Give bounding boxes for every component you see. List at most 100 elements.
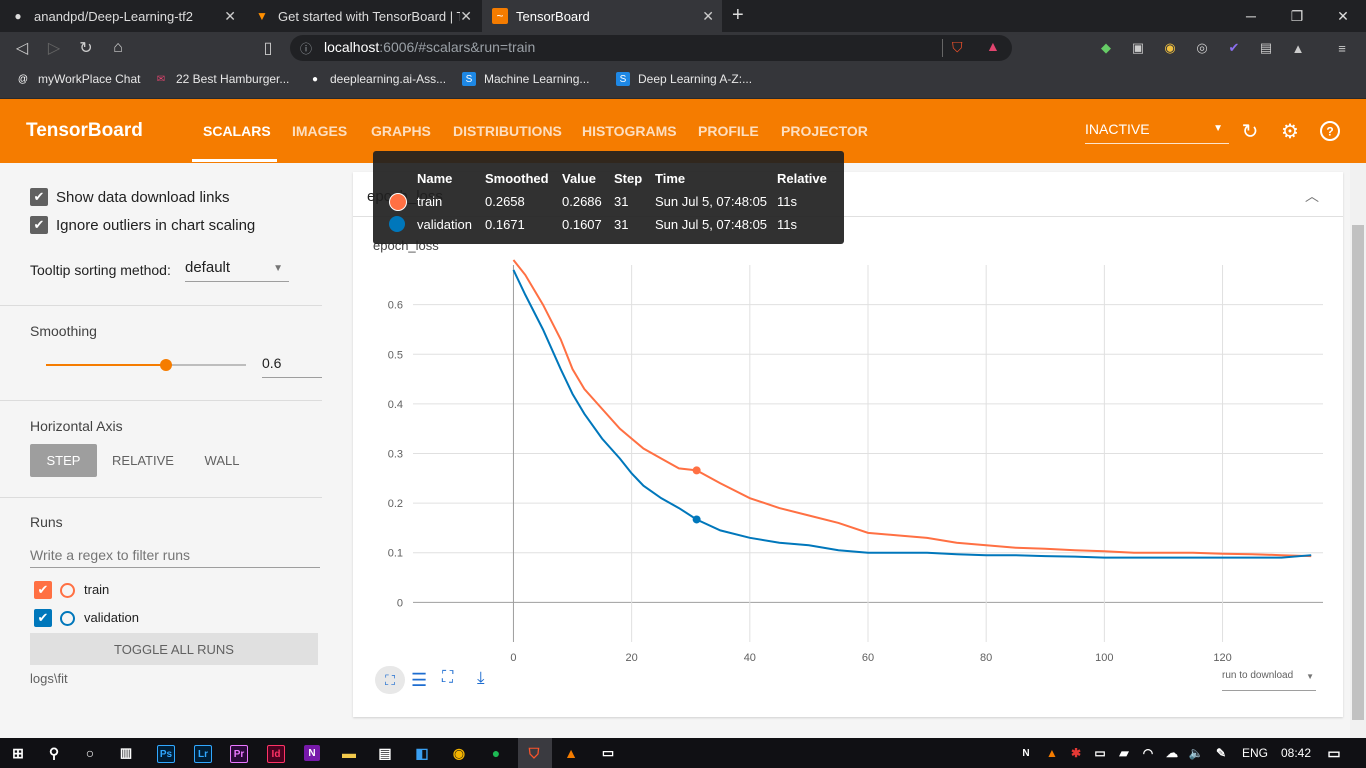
home-icon[interactable]: ⌂ (108, 38, 128, 58)
tray-icon[interactable]: ▰ (1116, 745, 1132, 761)
horizontal-axis-label: Horizontal Axis (30, 418, 123, 434)
store-icon[interactable]: ▤ (377, 745, 393, 761)
bookmark-item[interactable]: S Machine Learning... (462, 72, 589, 86)
chart-tooltip: Name Smoothed Value Step Time Relative t… (373, 151, 844, 244)
smoothing-input[interactable]: 0.6 (262, 355, 322, 378)
onenote-icon[interactable]: N (304, 745, 320, 761)
windows-start-icon[interactable]: ⊞ (10, 745, 26, 761)
minimize-button[interactable]: ─ (1228, 0, 1274, 32)
tab-distributions[interactable]: DISTRIBUTIONS (453, 123, 562, 139)
axis-step-button[interactable]: STEP (30, 444, 97, 477)
tab-scalars[interactable]: SCALARS (203, 123, 271, 139)
run-filter-input[interactable] (30, 543, 320, 568)
extension-icon[interactable]: ▣ (1130, 40, 1146, 56)
forward-icon[interactable]: ▷ (44, 38, 64, 58)
bookmark-item[interactable]: ● deeplearning.ai-Ass... (308, 72, 446, 86)
address-bar[interactable]: ⓘ localhost:6006/#scalars&run=train ⛉ ▲ (290, 35, 1012, 61)
hover-point-validation (692, 515, 701, 524)
terminal-icon[interactable]: ▭ (600, 745, 616, 761)
tab-projector[interactable]: PROJECTOR (781, 123, 868, 139)
extension-icon[interactable]: ◉ (1162, 40, 1178, 56)
tab-histograms[interactable]: HISTOGRAMS (582, 123, 677, 139)
photoshop-icon[interactable]: Ps (157, 745, 175, 763)
ignore-outliers-checkbox[interactable]: ✔ (30, 216, 48, 234)
browser-tab-1[interactable]: ● anandpd/Deep-Learning-tf2 ✕ (0, 0, 244, 32)
chevron-down-icon: ▼ (1213, 123, 1223, 134)
tooltip-sorting-select[interactable]: default ▼ (185, 259, 289, 282)
cortana-icon[interactable]: ○ (82, 745, 98, 761)
browser-tab-bar: ● anandpd/Deep-Learning-tf2 ✕ ▼ Get star… (0, 0, 1366, 32)
lightroom-icon[interactable]: Lr (194, 745, 212, 763)
axis-wall-button[interactable]: WALL (195, 444, 249, 477)
back-icon[interactable]: ◁ (12, 38, 32, 58)
download-icon[interactable]: ⤓ (477, 668, 485, 688)
spotify-icon[interactable]: ● (488, 745, 504, 761)
clock[interactable]: 08:42 (1281, 746, 1311, 760)
bookmark-icon[interactable]: ▯ (258, 38, 278, 58)
notification-icon[interactable]: ▭ (1326, 745, 1342, 761)
show-download-checkbox[interactable]: ✔ (30, 188, 48, 206)
help-icon[interactable]: ? (1318, 119, 1342, 143)
close-icon[interactable]: ✕ (460, 8, 472, 25)
run-validation-checkbox[interactable]: ✔ (34, 609, 52, 627)
bookmark-item[interactable]: ✉ 22 Best Hamburger... (154, 72, 290, 86)
brave-icon[interactable]: ⛉ (526, 745, 542, 761)
window-close-button[interactable]: ✕ (1320, 0, 1366, 32)
volume-icon[interactable]: 🔈 (1188, 745, 1204, 761)
vlc-tray-icon[interactable]: ▲ (1044, 745, 1060, 761)
tab-profile[interactable]: PROFILE (698, 123, 759, 139)
loss-chart[interactable]: 0 0.1 0.2 0.3 0.4 0.5 0.6 0 20 40 60 80 100 120 (353, 172, 1343, 717)
expand-icon[interactable]: ⛶ (442, 669, 453, 687)
extension-icon[interactable]: ✔ (1226, 40, 1242, 56)
smoothing-slider-handle[interactable] (160, 359, 172, 371)
bookmark-label: Deep Learning A-Z:... (638, 72, 753, 86)
tray-icon[interactable]: ✱ (1068, 745, 1084, 761)
toggle-all-runs-button[interactable]: TOGGLE ALL RUNS (30, 633, 318, 665)
axis-relative-button[interactable]: RELATIVE (108, 444, 178, 477)
wifi-icon[interactable]: ◠ (1140, 745, 1156, 761)
cloud-icon[interactable]: ☁ (1164, 745, 1180, 761)
pen-icon[interactable]: ✎ (1213, 745, 1229, 761)
close-icon[interactable]: ✕ (702, 8, 714, 25)
new-tab-button[interactable]: + (732, 4, 744, 27)
menu-icon[interactable]: ≡ (1334, 40, 1350, 56)
tooltip-train-step: 31 (614, 194, 629, 209)
browser-tab-3[interactable]: ~ TensorBoard ✕ (482, 0, 722, 32)
premiere-icon[interactable]: Pr (230, 745, 248, 763)
chrome-icon[interactable]: ◉ (451, 745, 467, 761)
file-explorer-icon[interactable]: ▬ (341, 745, 357, 761)
search-icon[interactable]: ⚲ (46, 745, 62, 761)
close-icon[interactable]: ✕ (224, 8, 236, 25)
show-download-label: Show data download links (56, 189, 230, 206)
brave-shield-icon[interactable]: ⛉ (952, 39, 963, 56)
battery-icon[interactable]: ▭ (1092, 745, 1108, 761)
tab-title: anandpd/Deep-Learning-tf2 (34, 8, 194, 24)
extension-icon[interactable]: ◎ (1194, 40, 1210, 56)
inactive-dropdown[interactable]: INACTIVE ▼ (1085, 121, 1229, 144)
smoothing-slider[interactable] (46, 359, 246, 371)
fit-domain-icon[interactable]: ⛶ (375, 666, 405, 694)
language-indicator[interactable]: ENG (1242, 746, 1268, 760)
browser-tab-2[interactable]: ▼ Get started with TensorBoard | Te ✕ (244, 0, 480, 32)
refresh-icon[interactable]: ↻ (1238, 119, 1262, 143)
bookmark-item[interactable]: S Deep Learning A-Z:... (616, 72, 752, 86)
run-to-download-select[interactable]: run to download ▼ (1222, 670, 1316, 691)
extension-icon[interactable]: ▲ (1290, 40, 1306, 56)
indesign-icon[interactable]: Id (267, 745, 285, 763)
bookmark-item[interactable]: @ myWorkPlace Chat (16, 72, 141, 86)
tray-icon[interactable]: N (1018, 745, 1034, 761)
tab-images[interactable]: IMAGES (292, 123, 347, 139)
gear-icon[interactable]: ⚙ (1278, 119, 1302, 143)
run-train-checkbox[interactable]: ✔ (34, 581, 52, 599)
reload-icon[interactable]: ↻ (76, 38, 96, 58)
extension-icon[interactable]: ◆ (1098, 40, 1114, 56)
tab-graphs[interactable]: GRAPHS (371, 123, 431, 139)
log-scale-icon[interactable]: ☰ (411, 670, 427, 691)
extension-icon[interactable]: ▤ (1258, 40, 1274, 56)
scrollbar-thumb[interactable] (1352, 225, 1364, 720)
vlc-icon[interactable]: ▲ (563, 745, 579, 761)
vscode-icon[interactable]: ◧ (414, 745, 430, 761)
brave-rewards-icon[interactable]: ▲ (986, 38, 1000, 54)
maximize-button[interactable]: ❐ (1274, 0, 1320, 32)
task-view-icon[interactable]: ▥ (118, 745, 134, 761)
